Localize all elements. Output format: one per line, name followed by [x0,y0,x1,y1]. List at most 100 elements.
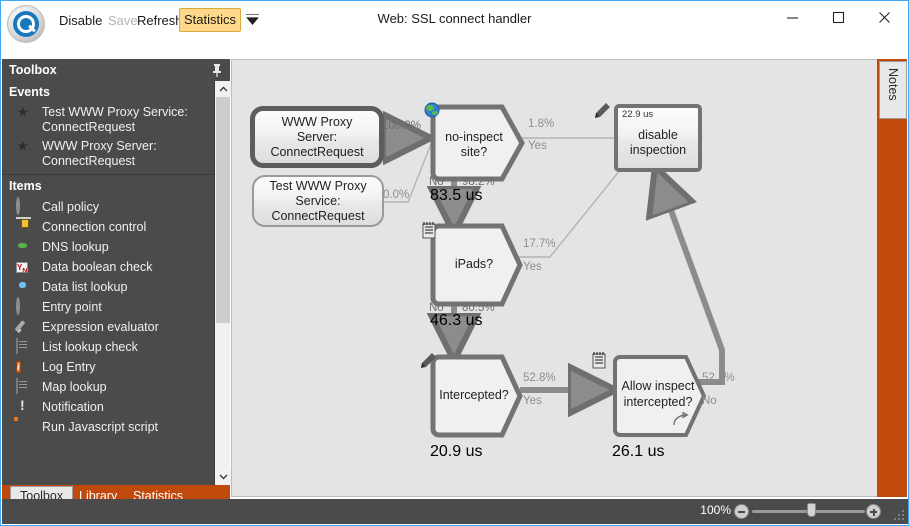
edge-label-ipads-yes-percent: 17.7% [523,238,556,250]
star-icon: ★ [16,104,30,121]
node-label: disable inspection [624,118,692,158]
toolbox-group-events: Events [9,85,50,99]
sidebar-item-dns-lookup[interactable]: DNS lookup [2,237,230,257]
entry-point-icon [16,297,38,315]
call-policy-icon [16,197,38,215]
toolbox-event-test-www-proxy-service[interactable]: ★ Test WWW Proxy Service: ConnectRequest [2,103,230,137]
dns-lookup-icon [16,239,38,255]
node-timing: 83.5 us [430,187,483,204]
tab-notes[interactable]: Notes [879,61,907,119]
edge-label-ipads-yes-branch: Yes [523,261,542,273]
toolbox-panel: Toolbox Events ★ Test WWW Proxy Service:… [2,59,231,507]
node-label-line3: ConnectRequest [271,208,365,223]
sidebar-item-log-entry[interactable]: i Log Entry [2,357,230,377]
node-www-proxy-server-connectrequest[interactable]: WWW Proxy Server: ConnectRequest [250,106,384,168]
edge-label-ipads-no-branch: No [429,302,444,314]
node-label-line2: inspection [629,143,687,157]
maximize-icon[interactable] [815,1,861,33]
notes-tab-label: Notes [886,68,900,101]
node-timing: 22.9 us [622,109,654,120]
notes-rail [877,59,907,497]
edge-label-ipads-no-percent: 80.5% [462,302,495,314]
toolbox-scrollbar[interactable] [214,81,231,485]
application-window: Disable Save Refresh Statistics Web: SSL… [0,0,909,526]
sidebar-item-data-boolean-check[interactable]: YN Data boolean check [2,257,230,277]
toolbox-title: Toolbox [9,63,57,77]
node-label-line1: no-inspect [445,130,503,144]
pin-icon[interactable] [210,63,224,78]
expression-evaluator-icon [16,319,38,335]
sidebar-item-notification[interactable]: Notification [2,397,230,417]
sidebar-item-data-list-lookup[interactable]: Data list lookup [2,277,230,297]
toolbox-item-label: Notification [42,399,104,414]
sidebar-item-map-lookup[interactable]: Map lookup [2,377,230,397]
chevron-down-icon[interactable] [215,469,231,485]
zoom-in-icon[interactable] [866,504,881,519]
node-no-inspect-site[interactable]: 83.5 us no-inspect site? [430,104,526,205]
toolbox-event-www-proxy-server[interactable]: ★ WWW Proxy Server: ConnectRequest [2,137,230,171]
toolbox-item-label: Expression evaluator [42,319,159,334]
toolbox-list[interactable]: Events ★ Test WWW Proxy Service: ConnectR… [2,81,230,485]
toolbox-item-label: Entry point [42,299,102,314]
node-label-line1: Allow inspect [621,379,695,393]
node-label: Test WWW Proxy Service: ConnectRequest [263,179,372,224]
edge-label-noinspect-no-branch: No [429,176,444,188]
sidebar-item-run-javascript-script[interactable]: Run Javascript script [2,417,230,437]
resize-grip-icon[interactable] [892,508,906,522]
close-icon[interactable] [861,1,907,33]
list-icon [592,352,608,369]
node-label: Allow inspect intercepted? [612,378,704,410]
zoom-level-label: 100% [700,503,731,517]
toolbox-group-items: Items [9,179,42,193]
node-test-www-proxy-service-connectrequest[interactable]: Test WWW Proxy Service: ConnectRequest [252,175,384,227]
toolbox-item-label: DNS lookup [42,239,109,254]
edge-label-allow-no-branch: No [702,395,717,407]
minimize-icon[interactable] [769,1,815,33]
loop-arrow-icon [673,412,689,426]
toolbox-item-label: Call policy [42,199,99,214]
globe-icon [424,102,440,118]
zoom-slider-handle[interactable] [807,503,816,517]
title-bar: Disable Save Refresh Statistics Web: SSL… [1,1,908,43]
node-label-line2: intercepted? [623,395,693,409]
sidebar-item-expression-evaluator[interactable]: Expression evaluator [2,317,230,337]
edge-label-intercepted-yes-percent: 52.8% [523,372,556,384]
flow-diagram-canvas[interactable]: WWW Proxy Server: ConnectRequest Test WW… [231,59,879,497]
toolbox-item-label: List lookup check [42,339,138,354]
edge-label-testsvc-to-noinspect-percent: 0.0% [383,189,410,201]
notification-icon [16,399,38,415]
edge-label-intercepted-yes-branch: Yes [523,395,542,407]
chevron-up-icon[interactable] [215,81,231,97]
edge-label-allow-no-percent: 52.1% [702,372,735,384]
node-disable-inspection[interactable]: 22.9 us disable inspection [614,104,702,172]
toolbox-item-label: Map lookup [42,379,107,394]
node-label: no-inspect site? [430,130,518,160]
scrollbar-thumb[interactable] [216,97,230,323]
node-label-line1: disable [638,128,678,142]
sidebar-item-entry-point[interactable]: Entry point [2,297,230,317]
pencil-icon [594,102,610,118]
node-intercepted[interactable]: 20.9 us Intercepted? [430,354,526,461]
toolbox-header: Toolbox [2,59,230,81]
node-label-line1: WWW Proxy Server: [281,114,353,144]
status-bar: 100% [2,499,908,524]
data-boolean-check-icon: YN [16,262,29,275]
node-label-line1: iPads? [454,257,494,271]
toolbox-item-label: Connection control [42,219,147,234]
node-label: iPads? [430,257,518,271]
node-timing: 46.3 us [430,312,483,329]
node-label-line2: site? [460,145,488,159]
node-timing: 26.1 us [612,443,665,460]
list-lookup-check-icon [16,338,38,355]
node-label-line1: Intercepted? [439,388,509,402]
toolbox-item-label: Data boolean check [42,259,153,274]
node-label-line2: ConnectRequest [270,144,364,159]
zoom-out-icon[interactable] [734,504,749,519]
sidebar-item-call-policy[interactable]: Call policy [2,197,230,217]
sidebar-item-list-lookup-check[interactable]: List lookup check [2,337,230,357]
toolbox-item-label: Log Entry [42,359,96,374]
node-allow-inspect-intercepted[interactable]: 26.1 us Allow inspect intercepted? [612,354,712,461]
sidebar-item-connection-control[interactable]: Connection control [2,217,230,237]
edge-label-noinspect-yes-percent: 1.8% [528,118,555,130]
node-label: Intercepted? [430,388,518,402]
